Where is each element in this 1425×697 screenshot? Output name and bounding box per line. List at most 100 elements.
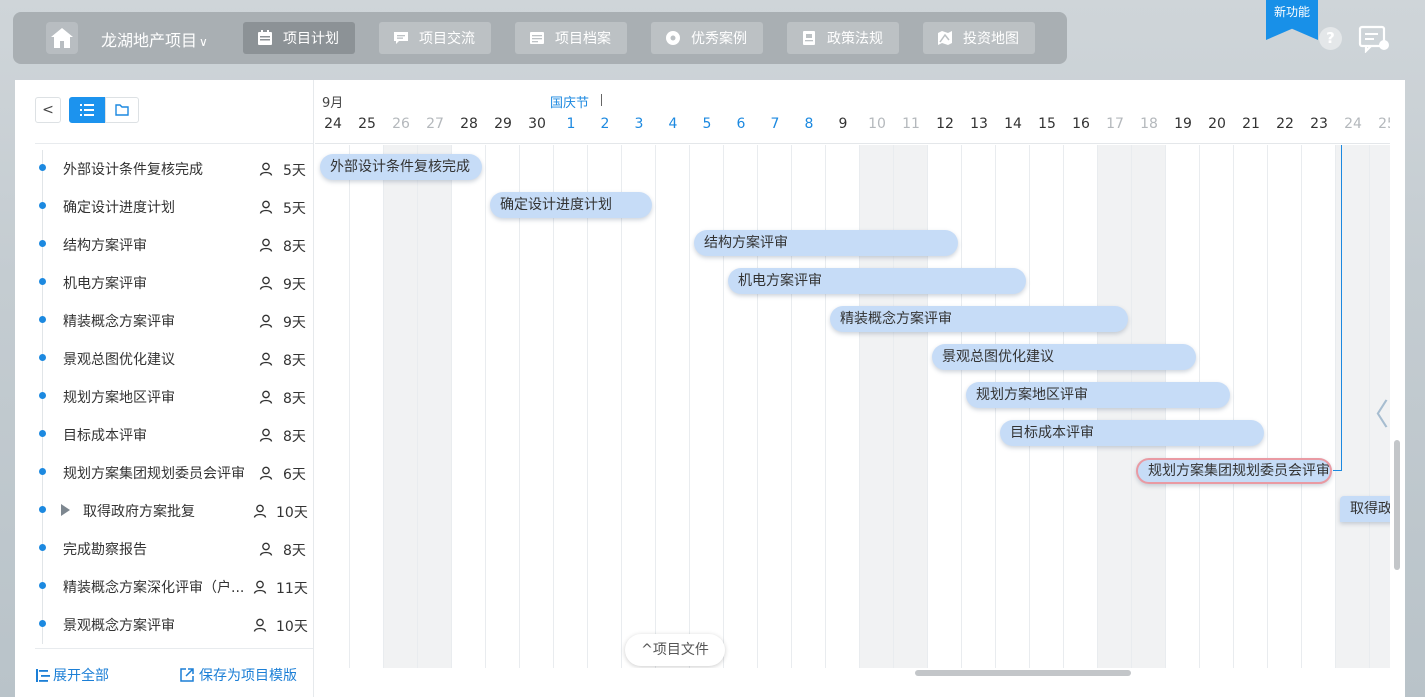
day-label: 6 (736, 116, 746, 132)
home-button[interactable] (46, 22, 78, 54)
day-label: 29 (494, 116, 512, 132)
collapse-panel-button[interactable]: < (35, 97, 61, 123)
person-icon[interactable] (259, 390, 273, 404)
day-label: 26 (392, 116, 410, 132)
task-duration: 8天 (283, 429, 306, 445)
day-column (1268, 145, 1302, 668)
gantt-task-bar[interactable]: 确定设计进度计划 (490, 192, 652, 218)
person-icon[interactable] (259, 542, 273, 556)
task-dot-icon (39, 240, 46, 247)
task-row[interactable]: 机电方案评审 9天 (15, 264, 314, 302)
task-duration: 5天 (283, 201, 306, 217)
message-icon[interactable] (1358, 25, 1390, 53)
day-column (656, 145, 690, 668)
chevron-down-icon: ∨ (199, 35, 208, 49)
task-name: 取得政府方案批复 (83, 504, 195, 520)
chevron-left-icon[interactable]: 〈 (1359, 390, 1389, 434)
task-name: 精装概念方案深化评审（户... (63, 580, 245, 596)
person-icon[interactable] (253, 580, 267, 594)
task-row[interactable]: 取得政府方案批复 10天 (15, 492, 314, 530)
task-name: 机电方案评审 (63, 276, 147, 292)
vertical-scroll-thumb[interactable] (1394, 440, 1400, 570)
task-row[interactable]: 完成勘察报告 8天 (15, 530, 314, 568)
day-column (792, 145, 826, 668)
task-duration: 6天 (283, 467, 306, 483)
person-icon[interactable] (259, 352, 273, 366)
tab-investment-map[interactable]: 投资地图 (923, 22, 1035, 54)
task-row[interactable]: 目标成本评审 8天 (15, 416, 314, 454)
task-row[interactable]: 确定设计进度计划 5天 (15, 188, 314, 226)
timeline-header: 9月 国庆节 24 25 26 27 28 29 30 1 2 3 4 5 6 7 8 9 10 11 12 13 14… (315, 80, 1390, 144)
person-icon[interactable] (259, 314, 273, 328)
task-row[interactable]: 精装概念方案评审 9天 (15, 302, 314, 340)
gantt-task-bar[interactable]: 结构方案评审 (694, 230, 958, 256)
person-icon[interactable] (259, 200, 273, 214)
task-list: 外部设计条件复核完成 5天 确定设计进度计划 5天 结构方案评审 8天 机电方案… (15, 150, 314, 644)
archive-icon (530, 32, 544, 44)
folder-view-button[interactable] (105, 97, 139, 123)
task-row[interactable]: 精装概念方案深化评审（户... 11天 (15, 568, 314, 606)
gantt-task-bar[interactable]: 规划方案集团规划委员会评审 (1136, 458, 1332, 484)
task-row[interactable]: 景观总图优化建议 8天 (15, 340, 314, 378)
gantt-task-bar[interactable]: 取得政府方案批复 (1340, 496, 1390, 522)
day-label: 3 (634, 116, 644, 132)
task-dot-icon (39, 544, 46, 551)
gantt-chart: 外部设计条件复核完成 确定设计进度计划结构方案评审机电方案评审精装概念方案评审景观… (315, 80, 1390, 668)
chat-icon (394, 32, 408, 44)
task-name: 完成勘察报告 (63, 542, 147, 558)
day-label: 30 (528, 116, 546, 132)
task-dot-icon (39, 278, 46, 285)
gantt-task-bar[interactable]: 外部设计条件复核完成 (320, 154, 482, 180)
task-dot-icon (39, 164, 46, 171)
gantt-task-bar[interactable]: 景观总图优化建议 (932, 344, 1196, 370)
tab-label: 项目交流 (419, 31, 475, 47)
home-icon (51, 28, 73, 48)
horizontal-scrollbar[interactable] (315, 668, 1390, 678)
task-name: 精装概念方案评审 (63, 314, 175, 330)
map-icon (938, 31, 952, 45)
expand-all-button[interactable]: 展开全部 (36, 665, 109, 685)
task-duration: 10天 (276, 505, 308, 521)
horizontal-scroll-thumb[interactable] (915, 670, 1131, 676)
dependency-line (1333, 470, 1342, 471)
tab-project-plan[interactable]: 项目计划 (243, 22, 355, 54)
help-icon[interactable]: ? (1319, 27, 1342, 50)
export-icon (180, 668, 194, 682)
person-icon[interactable] (259, 276, 273, 290)
task-row[interactable]: 规划方案地区评审 8天 (15, 378, 314, 416)
project-selector[interactable]: 龙湖地产项目 ∨ (101, 27, 208, 51)
person-icon[interactable] (259, 428, 273, 442)
day-label: 25 (1378, 116, 1390, 132)
expand-triangle-icon[interactable] (61, 504, 70, 516)
gantt-grid: 外部设计条件复核完成 确定设计进度计划结构方案评审机电方案评审精装概念方案评审景观… (315, 145, 1390, 668)
project-files-button[interactable]: ^项目文件 (625, 634, 725, 666)
person-icon[interactable] (259, 466, 273, 480)
day-label: 19 (1174, 116, 1192, 132)
task-row[interactable]: 外部设计条件复核完成 5天 (15, 150, 314, 188)
gantt-task-bar[interactable]: 精装概念方案评审 (830, 306, 1128, 332)
task-duration: 8天 (283, 391, 306, 407)
tab-project-communication[interactable]: 项目交流 (379, 22, 491, 54)
gantt-task-bar[interactable]: 目标成本评审 (1000, 420, 1264, 446)
tab-policies[interactable]: 政策法规 (787, 22, 899, 54)
day-column (554, 145, 588, 668)
person-icon[interactable] (259, 162, 273, 176)
new-feature-badge[interactable]: 新功能 (1266, 0, 1318, 40)
task-row[interactable]: 规划方案集团规划委员会评审 6天 (15, 454, 314, 492)
person-icon[interactable] (259, 238, 273, 252)
person-icon[interactable] (253, 504, 267, 518)
day-label: 2 (600, 116, 610, 132)
gantt-task-bar[interactable]: 机电方案评审 (728, 268, 1026, 294)
task-row[interactable]: 景观概念方案评审 10天 (15, 606, 314, 644)
tab-project-archive[interactable]: 项目档案 (515, 22, 627, 54)
day-label: 23 (1310, 116, 1328, 132)
task-list-panel: < 外部设计条件复核完成 5天 确定设计进度计划 5天 结构方案评审 8天 机电… (15, 80, 314, 697)
tab-excellent-cases[interactable]: 优秀案例 (651, 22, 763, 54)
day-column (350, 145, 384, 668)
person-icon[interactable] (253, 618, 267, 632)
task-dot-icon (39, 392, 46, 399)
gantt-task-bar[interactable]: 规划方案地区评审 (966, 382, 1230, 408)
save-template-button[interactable]: 保存为项目模版 (180, 665, 297, 685)
task-row[interactable]: 结构方案评审 8天 (15, 226, 314, 264)
list-view-button[interactable] (69, 97, 105, 123)
